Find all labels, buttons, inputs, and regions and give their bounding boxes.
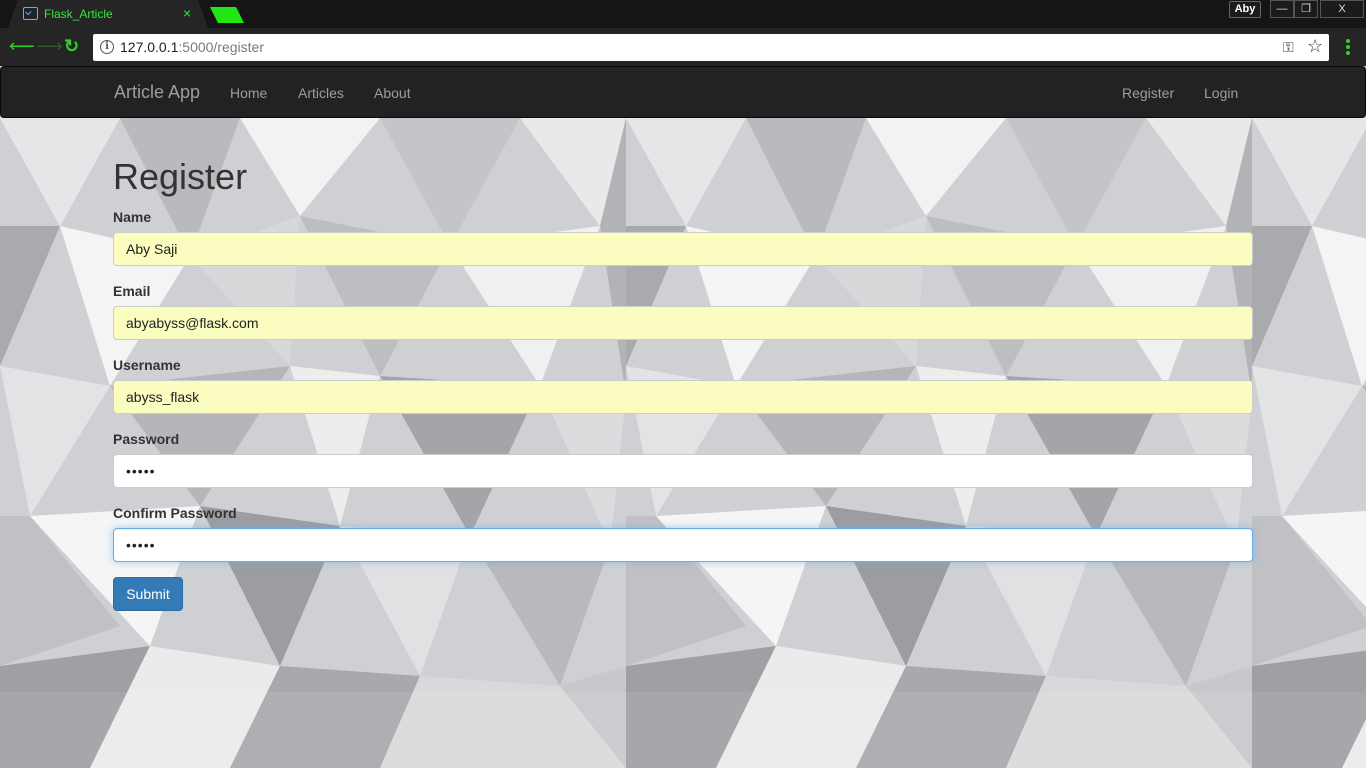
reload-icon[interactable]: ↻ <box>64 36 79 56</box>
address-bar[interactable]: i 127.0.0.1:5000/register ⚿ ☆ <box>93 34 1329 61</box>
nav-link-register[interactable]: Register <box>1122 85 1174 101</box>
browser-toolbar: ⟵ ⟶ ↻ i 127.0.0.1:5000/register ⚿ ☆ <box>0 28 1366 66</box>
restore-button[interactable]: ❐ <box>1294 0 1318 18</box>
close-icon[interactable]: × <box>183 5 191 21</box>
nav-link-home[interactable]: Home <box>230 85 267 101</box>
password-field[interactable] <box>113 454 1253 488</box>
nav-link-about[interactable]: About <box>374 85 411 101</box>
name-label: Name <box>113 209 152 225</box>
nav-link-articles[interactable]: Articles <box>298 85 344 101</box>
username-field[interactable] <box>113 380 1253 414</box>
page-viewport: Article App Home Articles About Register… <box>0 66 1366 768</box>
confirm-password-field[interactable] <box>113 528 1253 562</box>
navbar-brand[interactable]: Article App <box>114 82 200 103</box>
profile-badge[interactable]: Aby <box>1229 1 1261 18</box>
username-label: Username <box>113 357 181 373</box>
forward-arrow-icon[interactable]: ⟶ <box>37 36 63 56</box>
name-field[interactable] <box>113 232 1253 266</box>
browser-tabstrip: Flask_Article × Aby — ❐ X <box>0 0 1366 28</box>
back-arrow-icon[interactable]: ⟵ <box>9 36 35 56</box>
key-icon[interactable]: ⚿ <box>1283 39 1294 56</box>
kebab-menu-icon[interactable] <box>1340 37 1356 57</box>
nav-link-login[interactable]: Login <box>1204 85 1238 101</box>
window-close-button[interactable]: X <box>1320 0 1364 18</box>
email-field[interactable] <box>113 306 1253 340</box>
top-navbar: Article App Home Articles About Register… <box>0 66 1366 118</box>
confirm-password-label: Confirm Password <box>113 505 237 521</box>
browser-tab[interactable]: Flask_Article × <box>8 0 208 28</box>
url-host: 127.0.0.1 <box>120 39 179 55</box>
submit-button[interactable]: Submit <box>113 577 183 611</box>
terminal-icon <box>23 7 38 20</box>
password-label: Password <box>113 431 180 447</box>
info-icon[interactable]: i <box>100 40 114 54</box>
page-title: Register <box>113 156 248 197</box>
url-text[interactable]: 127.0.0.1:5000/register <box>120 39 264 55</box>
email-label: Email <box>113 283 151 299</box>
tab-title: Flask_Article <box>44 7 113 21</box>
minimize-button[interactable]: — <box>1270 0 1294 18</box>
new-tab-button[interactable] <box>210 7 244 23</box>
star-icon[interactable]: ☆ <box>1307 36 1323 57</box>
url-path: :5000/register <box>178 39 264 55</box>
